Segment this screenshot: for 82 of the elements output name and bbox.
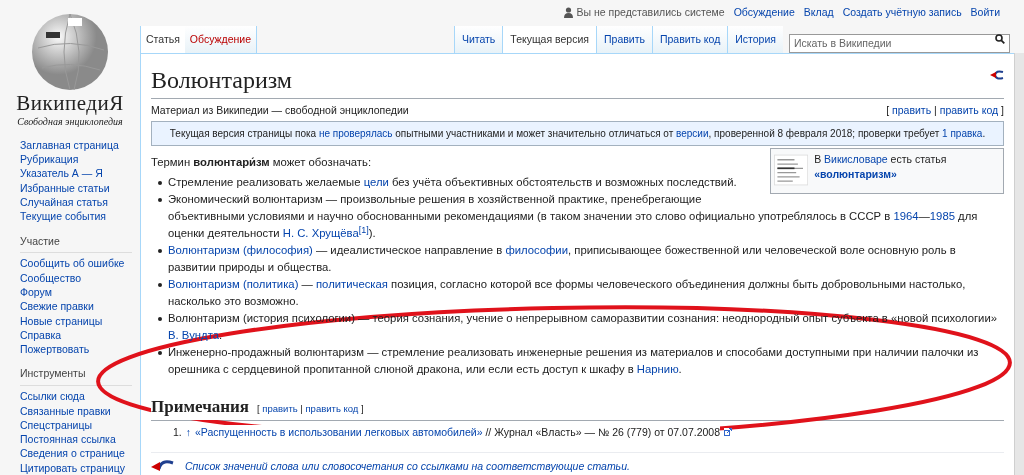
external-link-icon: [724, 428, 733, 437]
link[interactable]: «волюнтаризм»: [814, 168, 897, 180]
link[interactable]: Викисловаре: [824, 153, 888, 165]
sidebar-link[interactable]: Свежие правки: [20, 299, 132, 314]
link[interactable]: политическая: [316, 278, 388, 290]
page-tab[interactable]: Статья: [140, 26, 185, 54]
link[interactable]: Волюнтаризм (философия): [168, 244, 313, 256]
search-icon[interactable]: [995, 34, 1005, 45]
view-tab[interactable]: Текущая версия: [502, 26, 596, 54]
login-status: Вы не представились системе: [576, 5, 725, 20]
link[interactable]: философии: [505, 244, 568, 256]
link[interactable]: не проверялась: [318, 128, 393, 139]
sidebar-link[interactable]: Связанные правки: [20, 403, 132, 418]
wordmark: ВикипедиЯ: [16, 92, 124, 114]
sidebar-heading: Участие: [20, 233, 132, 254]
link[interactable]: «Распущенность в использовании легковых автомобилей»: [195, 425, 483, 438]
bullet-icon: [158, 181, 162, 185]
review-notice: Текущая версия страницы пока не проверялась опытными участниками и может значительно отличаться от версии, проверенной 8 февраля 2018; проверки требует 1 правка.: [151, 121, 1004, 146]
link[interactable]: править: [262, 403, 298, 415]
bullet-icon: [158, 198, 162, 202]
sidebar-link[interactable]: Указатель А — Я: [20, 166, 132, 181]
sidebar-heading: Инструменты: [20, 366, 132, 387]
bullet-icon: [158, 283, 162, 287]
page-title: Волюнтаризм: [151, 66, 293, 96]
bullet-icon: [158, 317, 162, 321]
reference-text: «Распущенность в использовании легковых автомобилей» // Журнал «Власть» — № 26 (779) от 07.07.2008: [195, 424, 721, 441]
link[interactable]: править: [892, 104, 932, 117]
sidebar-link[interactable]: Цитировать страницу: [20, 460, 132, 475]
link[interactable]: Волюнтаризм (политика): [168, 278, 299, 290]
intro-text: Термин волюнтари́зм может обозначать:: [151, 155, 372, 170]
bullet-icon: [158, 249, 162, 253]
list-item-text: Инженерно-продажный волюнтаризм — стремление реализовать инженерные решения из материалов и способами доступными при наличии палочки из орешника с сердцевиной пропитанной слюной дракона, или если есть доступ к шкафу в Нарнию.: [168, 345, 980, 377]
page-tab[interactable]: Обсуждение: [184, 26, 258, 54]
sidebar-link[interactable]: Пожертвовать: [20, 342, 132, 357]
wiktionary-text: В Викисловаре есть статья «волюнтаризм»: [814, 152, 948, 182]
view-tab[interactable]: Править код: [651, 26, 728, 54]
bullet-icon: [158, 351, 162, 355]
link[interactable]: версии: [676, 128, 709, 139]
link[interactable]: Н. С. Хрущёва: [282, 227, 359, 239]
personal-link[interactable]: Вклад: [803, 5, 834, 21]
link[interactable]: 1964: [893, 210, 919, 222]
section-edit-links: [ править | править код ]: [257, 402, 364, 417]
tagline: Свободная энциклопедия: [17, 115, 123, 129]
link[interactable]: 1985: [929, 210, 955, 222]
link[interactable]: править код: [305, 403, 359, 415]
edit-links: [ править | править код ]: [886, 103, 1004, 119]
sidebar-link[interactable]: Рубрикация: [20, 152, 132, 167]
sidebar-link[interactable]: Избранные статьи: [20, 180, 132, 196]
sidebar-link[interactable]: Заглавная страница: [20, 137, 132, 153]
sidebar-link[interactable]: Ссылки сюда: [20, 389, 132, 404]
list-item-text: Экономический волюнтаризм — произвольные решения в хозяйственной практике, пренебрегающие объективными условиями и научно обоснованными рекомендациями (в таком значении это слово официально употреблялось в СССР в 1964—1985 для оценки деятельности Н. С. Хрущёва$^{[1]}$).: [168, 192, 979, 241]
disambiguation-note: Список значений слова или словосочетания со ссылками на соответствующие статьи.: [185, 459, 630, 475]
sidebar-link[interactable]: Постоянная ссылка: [20, 432, 132, 447]
subtitle: Материал из Википедии — свободной энциклопедии: [151, 103, 409, 119]
disambiguation-icon: [151, 459, 175, 472]
sidebar-link[interactable]: Форум: [20, 285, 132, 300]
list-item-text: Стремление реализовать желаемые цели без учёта объективных обстоятельств и возможных последствий.: [168, 175, 737, 190]
sidebar-link[interactable]: Справка: [20, 327, 132, 343]
personal-link[interactable]: Обсуждение: [733, 5, 795, 21]
sidebar-link[interactable]: Сведения о странице: [20, 446, 132, 461]
disambiguation-badge-icon: [990, 70, 1004, 81]
link[interactable]: цели: [363, 176, 389, 188]
list-item-text: Волюнтаризм (политика) — политическая позиция, согласно которой все формы человеческого объединения должны быть добровольными настолько, насколько это возможно.: [168, 277, 967, 309]
sidebar-link[interactable]: Новые страницы: [20, 313, 132, 328]
sidebar-link[interactable]: Сообщество: [20, 270, 132, 285]
view-tab[interactable]: Читать: [453, 26, 503, 54]
personal-link[interactable]: Создать учётную запись: [842, 5, 962, 21]
view-tab[interactable]: Править: [596, 26, 652, 54]
personal-link[interactable]: Войти: [970, 5, 1000, 21]
scrollbar[interactable]: [1014, 53, 1024, 475]
user-icon: [563, 7, 573, 19]
sidebar-link[interactable]: Сообщить об ошибке: [20, 256, 132, 271]
sidebar-link[interactable]: Спецстраницы: [20, 417, 132, 433]
link[interactable]: Нарнию: [636, 363, 679, 375]
list-item-text: Волюнтаризм (философия) — идеалистическое направление в философии, приписывающее божественной или человеческой воле основную роль в развитии природы и общества.: [168, 243, 957, 275]
search-field[interactable]: Искать в Википедии: [789, 33, 1010, 53]
sidebar-link[interactable]: Текущие события: [20, 209, 132, 224]
sidebar-link[interactable]: Случайная статья: [20, 195, 132, 210]
footnote-link[interactable]: [1]: [358, 224, 369, 235]
link[interactable]: править код: [939, 104, 999, 117]
dictionary-thumbnail-icon: [774, 152, 809, 188]
view-tab[interactable]: История: [727, 26, 783, 54]
